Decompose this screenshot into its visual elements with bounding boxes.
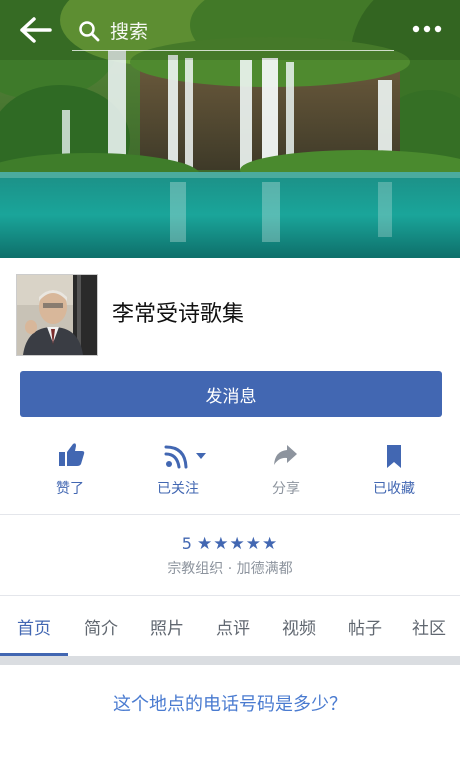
search-bar	[72, 14, 394, 51]
thumbs-up-icon	[15, 440, 125, 470]
tab-posts[interactable]: 帖子	[332, 606, 398, 656]
rss-feed-icon	[123, 440, 233, 470]
tab-community[interactable]: 社区	[398, 606, 460, 656]
bookmark-icon	[339, 440, 449, 470]
save-action[interactable]: 已收藏	[339, 436, 449, 506]
rating-value: 5	[181, 534, 192, 553]
like-label: 赞了	[56, 481, 84, 497]
share-arrow-icon	[231, 440, 341, 470]
profile-avatar[interactable]	[16, 274, 98, 356]
phone-question-link[interactable]: 这个地点的电话号码是多少？	[0, 690, 460, 716]
tab-bar: 首页 简介 照片 点评 视频 帖子 社区	[0, 606, 460, 656]
tab-photos[interactable]: 照片	[134, 606, 200, 656]
share-action[interactable]: 分享	[231, 436, 341, 506]
page-title: 李常受诗歌集	[112, 302, 245, 327]
star-rating-icon: ★★★★★	[197, 534, 279, 554]
tab-home[interactable]: 首页	[0, 606, 68, 656]
more-dots-icon[interactable]	[410, 16, 444, 42]
tab-about[interactable]: 简介	[68, 606, 134, 656]
divider	[0, 595, 460, 596]
send-message-button[interactable]: 发消息	[20, 371, 442, 417]
tab-videos[interactable]: 视频	[266, 606, 332, 656]
share-label: 分享	[272, 481, 300, 497]
rating[interactable]: 5 ★★★★★	[0, 534, 460, 554]
divider	[0, 514, 460, 515]
top-bar	[0, 0, 460, 60]
follow-label: 已关注	[157, 481, 199, 497]
search-icon	[78, 20, 100, 42]
tab-reviews[interactable]: 点评	[200, 606, 266, 656]
like-action[interactable]: 赞了	[15, 436, 125, 506]
back-arrow-icon[interactable]	[18, 14, 54, 46]
section-separator	[0, 656, 460, 665]
page-category: 宗教组织 · 加德满都	[167, 561, 293, 577]
follow-action[interactable]: 已关注	[123, 436, 233, 506]
save-label: 已收藏	[373, 481, 415, 497]
search-input[interactable]	[108, 16, 392, 48]
action-bar: 赞了 已关注 分享 已收藏	[0, 436, 460, 506]
